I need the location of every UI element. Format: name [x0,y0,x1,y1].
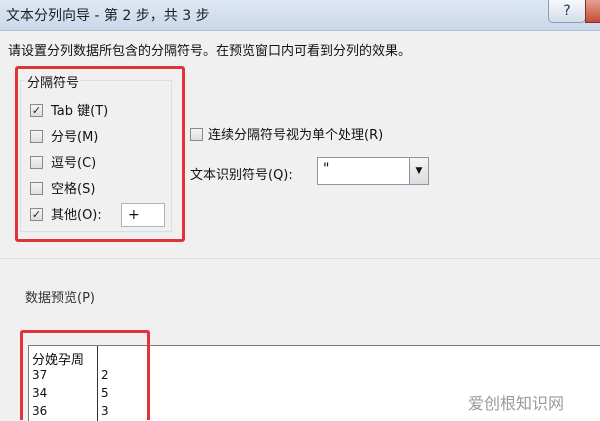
checkbox-consecutive[interactable] [190,128,203,141]
watermark: 爱创根知识网 [468,394,565,413]
instruction-text: 请设置分列数据所包含的分隔符号。在预览窗口内可看到分列的效果。 [8,44,412,59]
help-button[interactable]: ? [548,0,586,23]
label-text-qualifier: 文本识别符号(Q): [190,168,293,183]
close-button[interactable] [585,0,600,23]
text-qualifier-select[interactable]: " ▼ [317,157,429,185]
chevron-down-icon[interactable]: ▼ [409,158,428,184]
preview-label: 数据预览(P) [25,291,95,306]
highlight-box-delimiters [15,66,185,242]
window-title: 文本分列向导 - 第 2 步，共 3 步 [6,8,210,24]
text-qualifier-value: " [323,161,330,177]
divider [0,258,600,259]
title-bar: 文本分列向导 - 第 2 步，共 3 步 ? [0,0,600,31]
label-consecutive: 连续分隔符号视为单个处理(R) [208,128,384,143]
highlight-box-preview [20,330,150,420]
